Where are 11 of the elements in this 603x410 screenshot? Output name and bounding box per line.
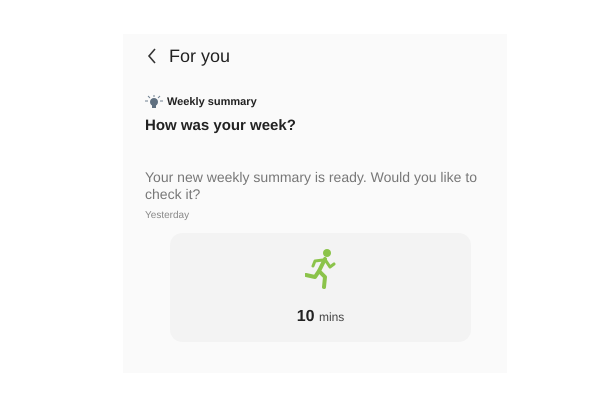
message-text: Your new weekly summary is ready. Would you like to check it?	[145, 169, 478, 203]
timestamp: Yesterday	[145, 209, 190, 223]
lightbulb-icon	[145, 95, 163, 110]
duration-value: 10	[296, 308, 314, 325]
card-heading: How was your week?	[145, 116, 297, 136]
duration-unit: mins	[318, 310, 344, 324]
category-label: Weekly summary	[167, 95, 257, 110]
running-person-icon	[304, 249, 336, 289]
back-icon[interactable]	[147, 48, 157, 64]
page-title: For you	[169, 44, 230, 68]
activity-card[interactable]: 10 mins	[170, 233, 471, 342]
